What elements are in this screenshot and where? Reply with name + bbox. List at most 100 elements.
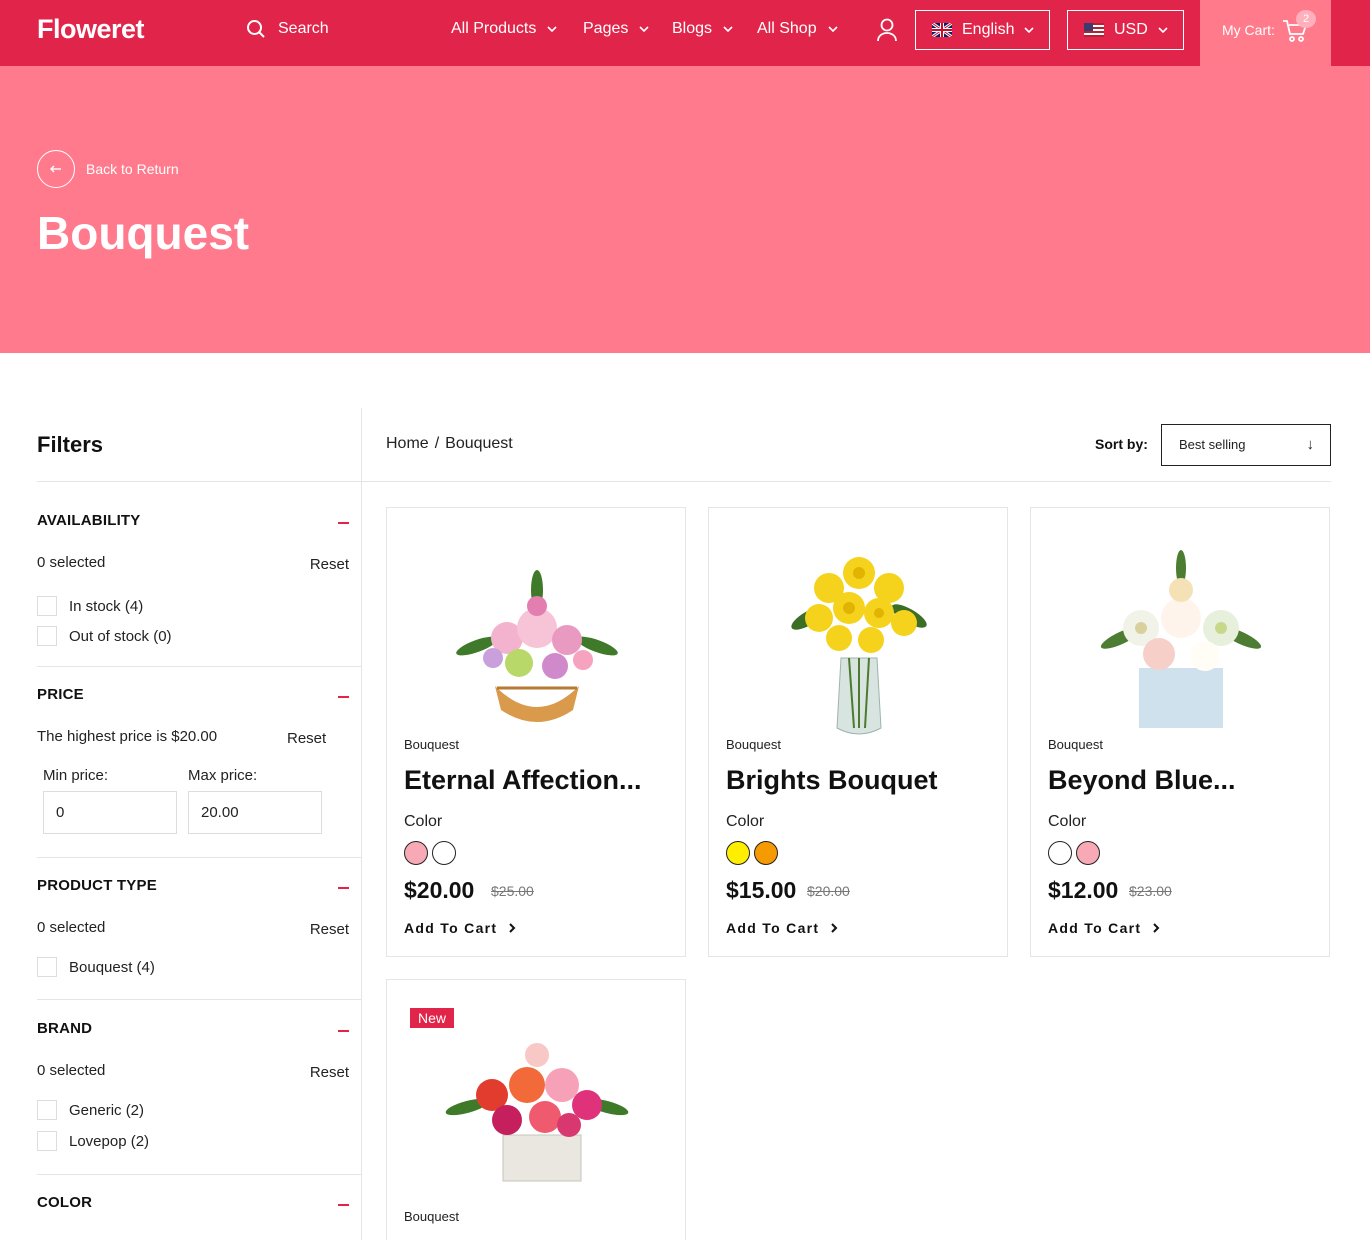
page-hero: Back to Return Bouquest <box>0 66 1370 353</box>
filter-heading[interactable]: PRICE <box>37 686 349 703</box>
collapse-minus-icon[interactable] <box>338 887 349 889</box>
filter-reset-link[interactable]: Reset <box>310 1064 349 1081</box>
color-swatch-white[interactable] <box>1048 841 1072 865</box>
max-price-input[interactable]: 20.00 <box>188 791 322 834</box>
divider <box>37 999 362 1000</box>
product-image[interactable] <box>437 1025 637 1185</box>
chevron-right-icon <box>509 923 516 933</box>
breadcrumb: Home / Bouquest <box>386 435 513 453</box>
site-logo[interactable]: Floweret <box>37 14 145 45</box>
filter-option-generic[interactable]: Generic (2) <box>37 1100 144 1120</box>
collapse-minus-icon[interactable] <box>338 522 349 524</box>
product-card[interactable]: Bouquest Brights Bouquet Color $15.00 $2… <box>708 507 1008 957</box>
nav-pages[interactable]: Pages <box>583 20 650 38</box>
uk-flag-icon <box>932 23 952 37</box>
product-old-price: $23.00 <box>1129 883 1172 899</box>
min-price-label: Min price: <box>43 767 109 784</box>
add-to-cart-label: Add To Cart <box>404 920 498 936</box>
color-label: Color <box>1048 813 1087 830</box>
color-swatch-pink[interactable] <box>404 841 428 865</box>
chevron-down-icon <box>639 26 649 33</box>
back-to-return-link[interactable]: Back to Return <box>37 150 179 188</box>
collapse-minus-icon[interactable] <box>338 1204 349 1206</box>
filter-reset-link[interactable]: Reset <box>287 730 349 747</box>
checkbox[interactable] <box>37 957 57 977</box>
add-to-cart-label: Add To Cart <box>726 920 820 936</box>
product-name[interactable]: Beyond Blue... <box>1048 765 1236 796</box>
product-name[interactable]: Brights Bouquet <box>726 765 937 796</box>
nav-blogs[interactable]: Blogs <box>672 20 734 38</box>
filter-availability: AVAILABILITY 0 selected Reset In stock (… <box>37 512 349 646</box>
product-name[interactable]: Eternal Affection... <box>404 765 642 796</box>
collapse-minus-icon[interactable] <box>338 696 349 698</box>
product-price: $15.00 <box>726 877 797 903</box>
user-account-icon[interactable] <box>876 18 898 42</box>
highest-price-text: The highest price is $20.00 <box>37 728 218 745</box>
checkbox[interactable] <box>37 1131 57 1151</box>
filter-heading[interactable]: BRAND <box>37 1020 349 1037</box>
color-swatch-yellow[interactable] <box>726 841 750 865</box>
product-price: $12.00 <box>1048 877 1119 903</box>
nav-label: Pages <box>583 20 629 37</box>
filter-brand: BRAND 0 selected Reset Generic (2) Lovep… <box>37 1020 349 1151</box>
filter-selected-count: 0 selected <box>37 554 106 571</box>
nav-all-products[interactable]: All Products <box>451 20 558 38</box>
nav-label: Blogs <box>672 20 713 37</box>
max-price-label: Max price: <box>188 767 258 784</box>
filter-reset-link[interactable]: Reset <box>310 556 349 573</box>
nav-label: All Shop <box>757 20 817 37</box>
language-selector[interactable]: English <box>915 10 1050 50</box>
currency-selector[interactable]: USD <box>1067 10 1184 50</box>
filter-option-in-stock[interactable]: In stock (4) <box>37 596 143 616</box>
color-swatch-orange[interactable] <box>754 841 778 865</box>
page-title: Bouquest <box>37 207 250 259</box>
filter-reset-link[interactable]: Reset <box>310 921 349 938</box>
product-category: Bouquest <box>1048 737 1103 752</box>
sort-label: Sort by: <box>1095 436 1148 452</box>
product-card[interactable]: Bouquest Eternal Affection... Color $20.… <box>386 507 686 957</box>
divider <box>37 481 362 482</box>
filter-color: COLOR <box>37 1194 349 1211</box>
filter-option-bouquest[interactable]: Bouquest (4) <box>37 957 155 977</box>
breadcrumb-separator: / <box>434 435 440 452</box>
chevron-down-icon <box>547 26 557 33</box>
add-to-cart-button[interactable]: Add To Cart <box>1048 920 1161 936</box>
search-icon <box>247 20 265 38</box>
add-to-cart-button[interactable]: Add To Cart <box>404 920 517 936</box>
add-to-cart-label: Add To Cart <box>1048 920 1142 936</box>
filter-option-lovepop[interactable]: Lovepop (2) <box>37 1131 149 1151</box>
filter-heading[interactable]: COLOR <box>37 1194 349 1211</box>
checkbox[interactable] <box>37 596 57 616</box>
sort-value: Best selling <box>1179 437 1246 452</box>
add-to-cart-button[interactable]: Add To Cart <box>726 920 839 936</box>
filters-sidebar: Filters AVAILABILITY 0 selected Reset In… <box>37 408 362 1240</box>
color-swatch-pink[interactable] <box>1076 841 1100 865</box>
color-label: Color <box>404 813 443 830</box>
color-swatch-white[interactable] <box>432 841 456 865</box>
min-price-input[interactable]: 0 <box>43 791 177 834</box>
chevron-right-icon <box>831 923 838 933</box>
divider <box>37 666 362 667</box>
nav-all-shop[interactable]: All Shop <box>757 20 839 38</box>
filter-heading[interactable]: AVAILABILITY <box>37 512 349 529</box>
collapse-minus-icon[interactable] <box>338 1030 349 1032</box>
product-card[interactable]: Bouquest Beyond Blue... Color $12.00 $23… <box>1030 507 1330 957</box>
product-image[interactable] <box>1081 528 1281 738</box>
color-label: Color <box>726 813 765 830</box>
product-image[interactable] <box>437 528 637 738</box>
breadcrumb-current: Bouquest <box>445 435 513 452</box>
product-old-price: $20.00 <box>807 883 850 899</box>
filter-heading[interactable]: PRODUCT TYPE <box>37 877 349 894</box>
product-card[interactable]: New Bouquest <box>386 979 686 1240</box>
nav-label: All Products <box>451 20 537 37</box>
checkbox[interactable] <box>37 1100 57 1120</box>
breadcrumb-home[interactable]: Home <box>386 435 429 453</box>
filter-option-out-of-stock[interactable]: Out of stock (0) <box>37 626 172 646</box>
sort-select[interactable]: Best selling ↓ <box>1161 424 1331 466</box>
product-category: Bouquest <box>726 737 781 752</box>
language-value: English <box>962 21 1015 38</box>
cart-button[interactable]: My Cart: 2 <box>1200 0 1331 66</box>
checkbox[interactable] <box>37 626 57 646</box>
search-button[interactable]: Search <box>246 19 329 39</box>
product-image[interactable] <box>759 528 959 738</box>
